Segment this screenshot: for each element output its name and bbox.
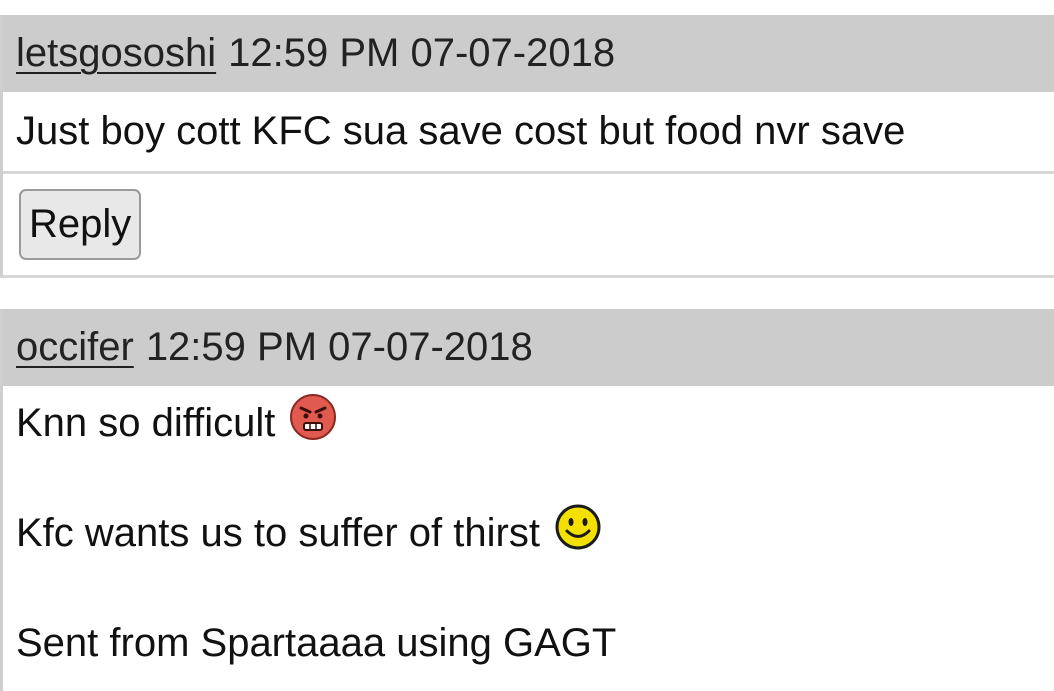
- post-line-text: Knn so difficult: [16, 401, 276, 445]
- post: occifer 12:59 PM 07-07-2018 Knn so diffi…: [0, 309, 1054, 691]
- smiley-face-icon: [555, 504, 601, 550]
- post-header: letsgososhi 12:59 PM 07-07-2018: [3, 15, 1054, 92]
- post-line: Sent from Spartaaaa using GAGT: [16, 616, 1054, 670]
- post-timestamp: 12:59 PM 07-07-2018: [145, 325, 533, 369]
- post-signature: Sent from Spartaaaa using GAGT: [16, 621, 617, 665]
- post-body: Just boy cott KFC sua save cost but food…: [3, 92, 1054, 174]
- post-line-text: Kfc wants us to suffer of thirst: [16, 511, 540, 555]
- post-timestamp: 12:59 PM 07-07-2018: [228, 31, 616, 75]
- reply-button[interactable]: Reply: [19, 189, 142, 260]
- post-body: Knn so difficult Kfc wants us to suffer …: [3, 386, 1054, 670]
- post-username-link[interactable]: letsgososhi: [16, 31, 216, 76]
- post-line: Knn so difficult: [16, 394, 1054, 450]
- post-actions: Reply: [3, 174, 1054, 275]
- angry-face-icon: [290, 394, 337, 440]
- post-line: Kfc wants us to suffer of thirst: [16, 504, 1054, 560]
- post-header: occifer 12:59 PM 07-07-2018: [3, 309, 1054, 386]
- post: letsgososhi 12:59 PM 07-07-2018 Just boy…: [0, 15, 1054, 278]
- post-username-link[interactable]: occifer: [16, 325, 134, 370]
